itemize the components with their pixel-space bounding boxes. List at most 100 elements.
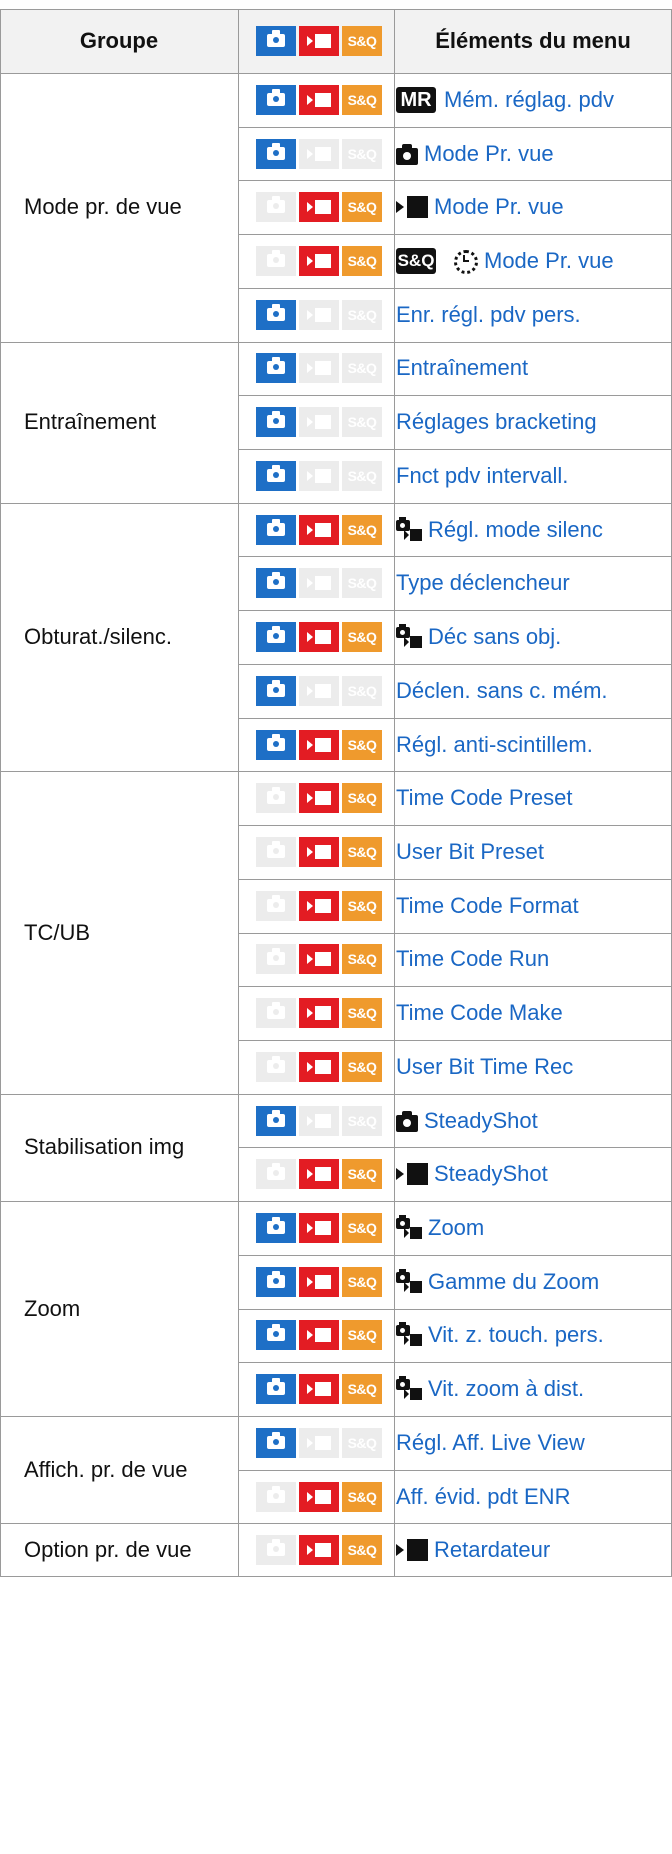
row-divider: [238, 1039, 672, 1041]
menu-item-link[interactable]: Type déclencheur: [396, 568, 570, 598]
photo-mode-icon: [256, 1374, 296, 1405]
movie-icon-play: [307, 309, 313, 320]
photo-mode-icon: [256, 192, 296, 223]
menu-item-link[interactable]: User Bit Time Rec: [396, 1052, 573, 1082]
s-and-q-label: S&Q: [347, 467, 377, 484]
menu-item-link[interactable]: SteadyShot: [396, 1159, 548, 1189]
photo-movie-icon-part: [410, 1334, 422, 1347]
menu-item-link[interactable]: Régl. mode silenc: [396, 515, 603, 545]
movie-icon-play: [307, 363, 313, 374]
movie-mode-icon: [299, 514, 339, 545]
camera-icon: [267, 894, 285, 912]
row-divider: [238, 878, 672, 880]
movie-icon-frame: [315, 630, 331, 645]
menu-item-link[interactable]: Enr. régl. pdv pers.: [396, 300, 581, 330]
photo-mode-icon: [256, 138, 296, 169]
movie-icon: [307, 1382, 331, 1397]
menu-item-link[interactable]: Mode Pr. vue: [396, 192, 564, 222]
menu-item-link[interactable]: Time Code Format: [396, 891, 579, 921]
menu-item-link[interactable]: Gamme du Zoom: [396, 1267, 599, 1297]
menu-item-link[interactable]: User Bit Preset: [396, 837, 544, 867]
camera-icon: [267, 1163, 285, 1181]
camera-icon: [267, 1055, 285, 1073]
movie-icon-play: [307, 1545, 313, 1556]
menu-item-link[interactable]: Retardateur: [396, 1535, 550, 1565]
menu-item-link[interactable]: S&Q Mode Pr. vue: [396, 246, 614, 276]
menu-item-label: Type déclencheur: [396, 570, 570, 596]
movie-icon-frame: [315, 361, 331, 376]
camera-icon: [267, 357, 285, 375]
movie-icon-frame: [315, 844, 331, 859]
camera-icon-lens: [403, 1118, 411, 1127]
menu-item-link[interactable]: MR Mém. réglag. pdv: [396, 85, 614, 115]
row-divider: [238, 1147, 672, 1149]
menu-item-link[interactable]: Time Code Run: [396, 944, 549, 974]
menu-item-link[interactable]: Time Code Make: [396, 998, 563, 1028]
photo-mode-icon: [256, 84, 296, 115]
row-divider: [238, 1308, 672, 1310]
menu-item-link[interactable]: Entraînement: [396, 353, 528, 383]
photo-mode-icon: [256, 460, 296, 491]
movie-icon: [307, 1113, 331, 1128]
menu-item-link[interactable]: Déc sans obj.: [396, 622, 561, 652]
movie-mode-icon: [299, 138, 339, 169]
menu-item-link[interactable]: SteadyShot: [396, 1106, 538, 1136]
photo-mode-icon: [256, 299, 296, 330]
photo-mode-icon: [256, 1105, 296, 1136]
row-divider: [238, 287, 672, 289]
s-and-q-mode-icon: S&Q: [342, 1212, 382, 1243]
menu-item-label: Enr. régl. pdv pers.: [396, 301, 581, 327]
photo-mode-icon: [256, 890, 296, 921]
movie-icon: [307, 1220, 331, 1235]
photo-movie-icon-part: [404, 1227, 409, 1238]
menu-item-link[interactable]: Vit. z. touch. pers.: [396, 1320, 604, 1350]
camera-icon: [267, 88, 285, 106]
group-divider: [0, 771, 672, 773]
s-and-q-label: S&Q: [347, 306, 377, 323]
movie-icon-play: [307, 1276, 313, 1287]
s-and-q-mode-icon: S&Q: [342, 1481, 382, 1512]
movie-mode-icon: [299, 407, 339, 438]
menu-item-link[interactable]: Déclen. sans c. mém.: [396, 676, 608, 706]
menu-item-link[interactable]: Time Code Preset: [396, 783, 572, 813]
menu-item-link[interactable]: Mode Pr. vue: [396, 139, 554, 169]
photo-movie-icon: [396, 1268, 422, 1295]
photo-mode-icon: [256, 998, 296, 1029]
menu-item-link[interactable]: Réglages bracketing: [396, 407, 597, 437]
s-and-q-mode-icon: S&Q: [342, 460, 382, 491]
photo-mode-icon: [256, 1212, 296, 1243]
menu-item-link[interactable]: Régl. anti-scintillem.: [396, 730, 593, 760]
menu-item-link[interactable]: Aff. évid. pdt ENR: [396, 1482, 570, 1512]
photo-mode-icon: [256, 26, 296, 56]
s-and-q-mode-icon: S&Q: [342, 1427, 382, 1458]
movie-icon-play: [396, 201, 404, 214]
camera-icon: [267, 1216, 285, 1234]
movie-icon: [307, 361, 331, 376]
group-name: Affich. pr. de vue: [24, 1456, 188, 1482]
photo-movie-icon-part: [404, 637, 409, 648]
menu-item-label: Vit. zoom à dist.: [428, 1376, 585, 1402]
movie-icon: [307, 254, 331, 269]
movie-mode-icon: [299, 1535, 339, 1566]
row-divider: [238, 825, 672, 827]
movie-mode-icon: [299, 1105, 339, 1136]
movie-icon: [396, 195, 428, 219]
group-name: Entraînement: [24, 409, 157, 435]
menu-item-link[interactable]: Régl. Aff. Live View: [396, 1428, 585, 1458]
menu-item-link[interactable]: Fnct pdv intervall.: [396, 461, 568, 491]
group-name: Stabilisation img: [24, 1134, 185, 1160]
menu-item-link[interactable]: Vit. zoom à dist.: [396, 1374, 584, 1404]
movie-icon: [307, 791, 331, 806]
movie-icon: [307, 576, 331, 591]
camera-icon: [267, 30, 285, 47]
movie-icon-frame: [315, 34, 331, 48]
photo-mode-icon: [256, 514, 296, 545]
movie-mode-icon: [299, 1481, 339, 1512]
movie-mode-icon: [299, 1051, 339, 1082]
menu-item-link[interactable]: Zoom: [396, 1213, 484, 1243]
movie-icon-frame: [407, 1163, 428, 1186]
movie-icon-frame: [315, 1382, 331, 1397]
dial-icon-ring: [454, 250, 478, 275]
movie-mode-icon: [299, 675, 339, 706]
movie-icon-frame: [315, 254, 331, 269]
